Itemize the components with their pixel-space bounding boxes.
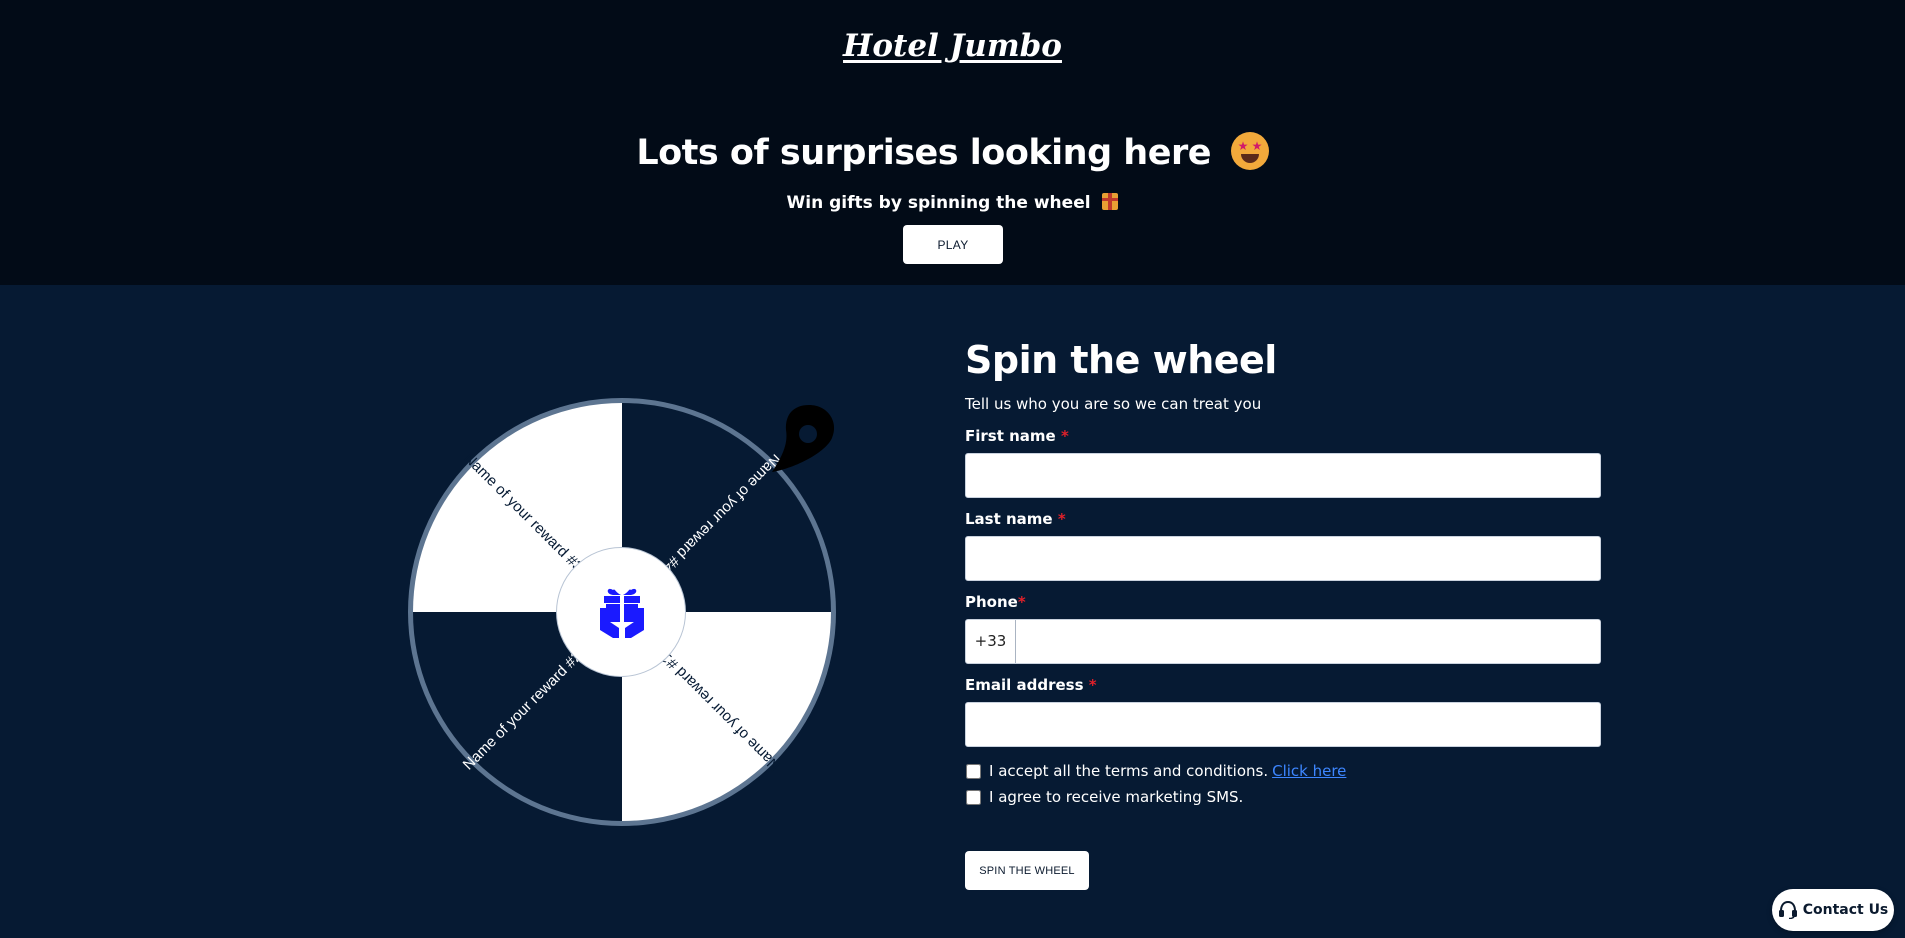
- required-mark: *: [1017, 593, 1026, 611]
- terms-row: I accept all the terms and conditions. C…: [965, 761, 1601, 781]
- form-subtitle: Tell us who you are so we can treat you: [965, 395, 1262, 413]
- required-mark: *: [1088, 676, 1097, 694]
- hero-title-text: Lots of surprises looking here: [636, 133, 1211, 173]
- sms-consent-checkbox[interactable]: [966, 789, 981, 805]
- email-label: Email address *: [965, 676, 1097, 694]
- required-mark: *: [1060, 427, 1069, 445]
- form-title: Spin the wheel: [965, 338, 1277, 382]
- terms-text: I accept all the terms and conditions.: [989, 762, 1269, 780]
- brand-logo[interactable]: Hotel Jumbo: [0, 28, 1905, 64]
- email-group: Email address *: [965, 674, 1601, 747]
- hero-title: Lots of surprises looking here ★ ★: [0, 132, 1905, 173]
- last-name-group: Last name *: [965, 508, 1601, 581]
- contact-us-label[interactable]: Contact Us: [1803, 902, 1889, 918]
- sms-consent-text: I agree to receive marketing SMS.: [989, 788, 1244, 806]
- spin-the-wheel-button[interactable]: SPIN THE WHEEL: [965, 851, 1089, 890]
- play-button[interactable]: PLAY: [903, 225, 1003, 264]
- hero-subtitle: Win gifts by spinning the wheel: [0, 193, 1905, 213]
- sms-row: I agree to receive marketing SMS.: [965, 787, 1601, 807]
- last-name-field[interactable]: [965, 536, 1601, 581]
- first-name-label: First name *: [965, 427, 1069, 445]
- first-name-group: First name *: [965, 425, 1601, 498]
- terms-checkbox[interactable]: [966, 763, 981, 779]
- phone-country-prefix[interactable]: +33: [966, 620, 1016, 663]
- signup-form: Spin the wheel Tell us who you are so we…: [965, 335, 1601, 807]
- terms-link[interactable]: Click here: [1272, 762, 1346, 780]
- last-name-label: Last name *: [965, 510, 1066, 528]
- required-mark: *: [1057, 510, 1066, 528]
- email-field[interactable]: [965, 702, 1601, 747]
- wheel-hub[interactable]: [556, 547, 686, 677]
- contact-us-button[interactable]: Contact Us: [1772, 889, 1894, 931]
- map-pin-icon: [772, 405, 835, 472]
- phone-group: Phone* +33: [965, 591, 1601, 664]
- phone-field: +33: [965, 619, 1601, 664]
- gift-hands-icon: [600, 588, 644, 638]
- phone-input[interactable]: [1016, 620, 1600, 663]
- gift-emoji-icon: [1102, 193, 1119, 210]
- star-struck-emoji-icon: ★ ★: [1230, 132, 1269, 170]
- phone-label: Phone*: [965, 593, 1026, 611]
- brand-name[interactable]: Hotel Jumbo: [843, 28, 1062, 64]
- first-name-field[interactable]: [965, 453, 1601, 498]
- headset-icon: [1778, 901, 1797, 919]
- hero-subtitle-text: Win gifts by spinning the wheel: [786, 193, 1091, 213]
- hero-section: Hotel Jumbo Lots of surprises looking he…: [0, 0, 1905, 285]
